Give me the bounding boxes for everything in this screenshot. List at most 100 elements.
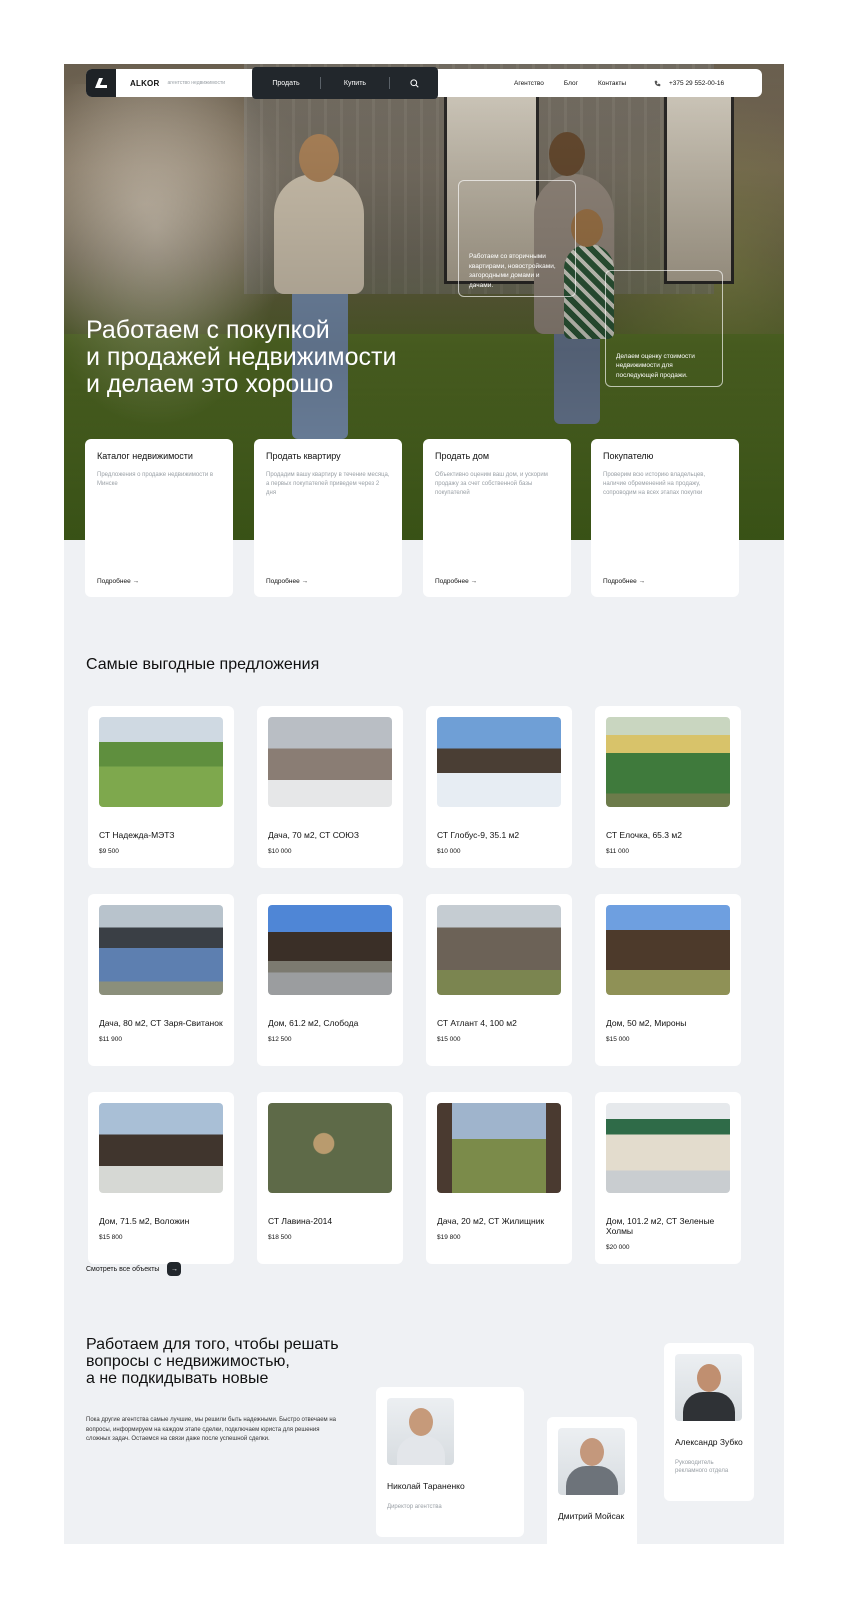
brand-subtitle: агентство недвижимости bbox=[167, 80, 226, 86]
listing-card[interactable]: Дача, 20 м2, СТ Жилищник $19 800 bbox=[426, 1092, 572, 1264]
listing-card[interactable]: Дом, 101.2 м2, СТ Зеленые Холмы $20 000 bbox=[595, 1092, 741, 1264]
listing-title: СТ Атлант 4, 100 м2 bbox=[437, 1018, 517, 1028]
service-card-text: Предложения о продаже недвижимости в Мин… bbox=[97, 472, 214, 487]
listing-photo bbox=[606, 905, 730, 995]
listing-title: Дача, 80 м2, СТ Заря-Свитанок bbox=[99, 1018, 223, 1028]
listing-card[interactable]: СТ Надежда-МЭТЗ $9 500 bbox=[88, 706, 234, 868]
listing-title: СТ Надежда-МЭТЗ bbox=[99, 830, 175, 840]
service-card-text: Продадим вашу квартиру в течение месяца,… bbox=[266, 472, 390, 496]
listing-title: Дом, 50 м2, Мироны bbox=[606, 1018, 687, 1028]
hero-note-text: Делаем оценку стоимости недвижимости для… bbox=[616, 352, 695, 379]
nav-buy-button[interactable]: Купить bbox=[321, 80, 389, 87]
listing-price: $15 800 bbox=[99, 1234, 123, 1241]
service-card-title: Продать дом bbox=[435, 451, 490, 461]
listing-price: $15 000 bbox=[606, 1036, 630, 1043]
service-card-buyer[interactable]: Покупателю Проверим всю историю владельц… bbox=[591, 439, 739, 597]
listing-card[interactable]: Дача, 80 м2, СТ Заря-Свитанок $11 900 bbox=[88, 894, 234, 1066]
about-title-line: Работаем для того, чтобы решать bbox=[86, 1336, 339, 1353]
listing-photo bbox=[437, 905, 561, 995]
listing-card[interactable]: СТ Атлант 4, 100 м2 $15 000 bbox=[426, 894, 572, 1066]
service-card-text: Объективно оценим ваш дом, и ускорим про… bbox=[435, 472, 548, 496]
listing-card[interactable]: Дача, 70 м2, СТ СОЮЗ $10 000 bbox=[257, 706, 403, 868]
brand-name[interactable]: ALKOR bbox=[130, 79, 159, 88]
nav-link-agency[interactable]: Агентство bbox=[514, 80, 544, 87]
team-member-name: Дмитрий Мойсак bbox=[558, 1511, 625, 1521]
hero-title: Работаем с покупкой и продажей недвижимо… bbox=[86, 317, 506, 398]
search-icon bbox=[409, 78, 419, 88]
listing-photo bbox=[268, 905, 392, 995]
nav-phone[interactable]: +375 29 552-00-16 bbox=[654, 69, 724, 97]
service-more-link[interactable]: Подробнее → bbox=[266, 578, 308, 585]
listing-title: Дом, 61.2 м2, Слобода bbox=[268, 1018, 359, 1028]
see-all-label: Смотреть все объекты bbox=[86, 1265, 160, 1273]
nav-link-contacts[interactable]: Контакты bbox=[598, 80, 626, 87]
listing-price: $20 000 bbox=[606, 1244, 630, 1251]
listing-price: $11 900 bbox=[99, 1036, 123, 1043]
service-more-link[interactable]: Подробнее → bbox=[603, 578, 645, 585]
listing-photo bbox=[99, 717, 223, 807]
listing-card[interactable]: СТ Лавина-2014 $18 500 bbox=[257, 1092, 403, 1264]
top-nav: ALKOR агентство недвижимости Продать Куп… bbox=[86, 67, 762, 99]
hero-title-line: Работаем с покупкой bbox=[86, 316, 330, 344]
phone-icon bbox=[654, 80, 661, 86]
search-button[interactable] bbox=[390, 78, 438, 88]
listing-price: $10 000 bbox=[268, 848, 292, 855]
nav-links: Агентство Блог Контакты bbox=[514, 69, 626, 97]
listing-photo bbox=[99, 905, 223, 995]
listing-title: Дом, 71.5 м2, Воложин bbox=[99, 1216, 190, 1226]
listing-title: СТ Глобус-9, 35.1 м2 bbox=[437, 830, 520, 840]
listing-price: $9 500 bbox=[99, 848, 119, 855]
listing-card[interactable]: СТ Глобус-9, 35.1 м2 $10 000 bbox=[426, 706, 572, 868]
service-more-link[interactable]: Подробнее → bbox=[97, 578, 139, 585]
service-card-title: Каталог недвижимости bbox=[97, 451, 193, 461]
page-container: ALKOR агентство недвижимости Продать Куп… bbox=[64, 64, 784, 1544]
team-card[interactable]: Александр Зубко Руководитель рекламного … bbox=[664, 1343, 754, 1501]
team-member-name: Николай Тараненко bbox=[387, 1481, 465, 1491]
listing-photo bbox=[437, 717, 561, 807]
team-card[interactable]: Николай Тараненко Директор агентства bbox=[376, 1387, 524, 1537]
listing-card[interactable]: СТ Елочка, 65.3 м2 $11 000 bbox=[595, 706, 741, 868]
listing-photo bbox=[99, 1103, 223, 1193]
listing-photo bbox=[268, 717, 392, 807]
arrow-right-icon[interactable]: → bbox=[167, 1262, 182, 1276]
listing-price: $12 500 bbox=[268, 1036, 292, 1043]
listing-price: $18 500 bbox=[268, 1234, 292, 1241]
service-more-link[interactable]: Подробнее → bbox=[435, 578, 477, 585]
listing-title: Дача, 70 м2, СТ СОЮЗ bbox=[268, 830, 359, 840]
service-card-title: Продать квартиру bbox=[266, 451, 341, 461]
avatar bbox=[558, 1428, 625, 1495]
listing-card[interactable]: Дом, 50 м2, Мироны $15 000 bbox=[595, 894, 741, 1066]
listing-title: Дача, 20 м2, СТ Жилищник bbox=[437, 1216, 545, 1226]
nav-link-blog[interactable]: Блог bbox=[564, 80, 578, 87]
listing-title: СТ Елочка, 65.3 м2 bbox=[606, 830, 682, 840]
hero-title-line: и продажей недвижимости bbox=[86, 343, 397, 371]
listing-card[interactable]: Дом, 71.5 м2, Воложин $15 800 bbox=[88, 1092, 234, 1264]
listing-price: $15 000 bbox=[437, 1036, 461, 1043]
avatar bbox=[675, 1354, 742, 1421]
logo[interactable] bbox=[86, 69, 116, 97]
nav-main-actions: Продать Купить bbox=[252, 67, 438, 99]
listing-price: $19 800 bbox=[437, 1234, 461, 1241]
listing-card[interactable]: Дом, 61.2 м2, Слобода $12 500 bbox=[257, 894, 403, 1066]
service-card-title: Покупателю bbox=[603, 451, 654, 461]
avatar bbox=[387, 1398, 454, 1465]
nav-sell-button[interactable]: Продать bbox=[252, 80, 320, 87]
see-all-link[interactable]: Смотреть все объекты → bbox=[86, 1262, 182, 1276]
about-text: Пока другие агентства самые лучшие, мы р… bbox=[86, 1417, 336, 1442]
listing-photo bbox=[268, 1103, 392, 1193]
listing-photo bbox=[606, 717, 730, 807]
phone-number: +375 29 552-00-16 bbox=[669, 79, 725, 87]
service-card-sell-house[interactable]: Продать дом Объективно оценим ваш дом, и… bbox=[423, 439, 571, 597]
about-title: Работаем для того, чтобы решать вопросы … bbox=[86, 1336, 406, 1387]
listing-price: $11 000 bbox=[606, 848, 630, 855]
service-card-catalog[interactable]: Каталог недвижимости Предложения о прода… bbox=[85, 439, 233, 597]
hero-note-services: Работаем со вторичными квартирами, новос… bbox=[458, 180, 576, 297]
team-member-name: Александр Зубко bbox=[675, 1437, 743, 1447]
team-member-role: Руководитель рекламного отдела bbox=[675, 1460, 729, 1474]
about-title-line: а не подкидывать новые bbox=[86, 1370, 269, 1387]
hero-title-line: и делаем это хорошо bbox=[86, 370, 334, 398]
listing-price: $10 000 bbox=[437, 848, 461, 855]
team-card[interactable]: Дмитрий Мойсак bbox=[547, 1417, 637, 1544]
listing-title: Дом, 101.2 м2, СТ Зеленые Холмы bbox=[606, 1216, 715, 1236]
service-card-sell-flat[interactable]: Продать квартиру Продадим вашу квартиру … bbox=[254, 439, 402, 597]
